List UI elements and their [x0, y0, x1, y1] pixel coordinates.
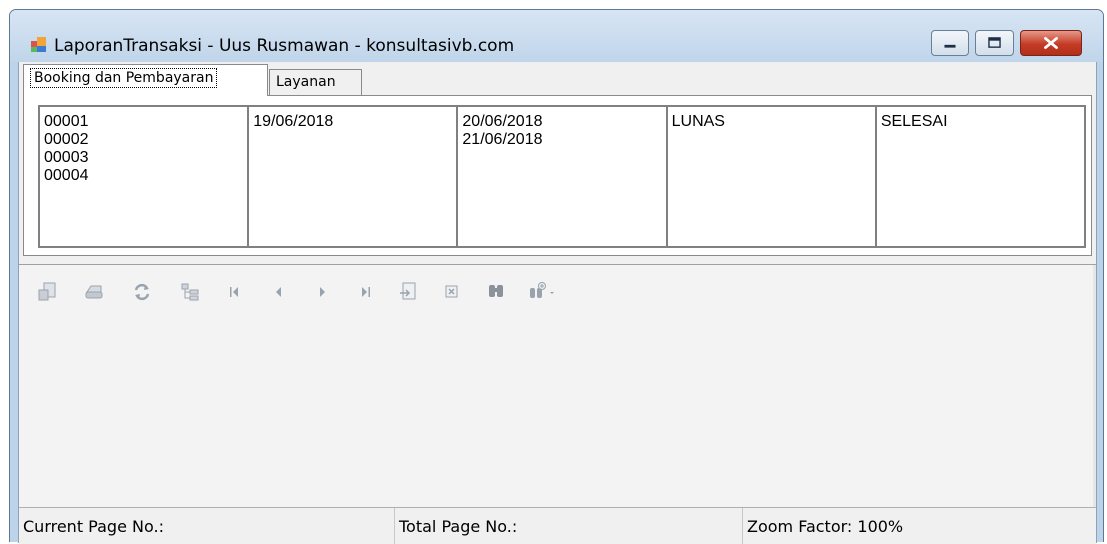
group-tree-button[interactable]	[179, 281, 201, 303]
close-icon	[1044, 37, 1058, 49]
close-button[interactable]	[1020, 30, 1082, 56]
minimize-button[interactable]	[931, 30, 969, 56]
print-button[interactable]	[83, 281, 105, 303]
goto-page-icon	[400, 282, 416, 300]
grid-cell: 00001	[44, 113, 89, 130]
tab-booking-dan-pembayaran[interactable]: Booking dan Pembayaran	[23, 64, 268, 96]
data-grid: 00001 00002 00003 00004 19/06/2018 20/06…	[38, 105, 1086, 248]
maximize-button[interactable]	[975, 30, 1014, 56]
export-icon	[38, 282, 56, 301]
zoom-icon	[530, 282, 554, 298]
viewer-toolbar	[19, 265, 1096, 321]
previous-page-button[interactable]	[268, 281, 290, 303]
tab-layanan[interactable]: Layanan	[269, 69, 362, 95]
print-icon	[85, 285, 103, 299]
grid-cell: 21/06/2018	[462, 131, 543, 148]
grid-cell: LUNAS	[671, 113, 725, 130]
title-bar[interactable]: LaporanTransaksi - Uus Rusmawan - konsul…	[10, 10, 1103, 62]
grid-column: 20/06/2018 21/06/2018	[458, 107, 668, 246]
grid-cell: 00004	[44, 167, 89, 184]
find-icon	[489, 285, 503, 297]
zoom-factor-status: Zoom Factor: 100%	[747, 517, 904, 536]
first-page-icon	[230, 287, 238, 297]
window-title: LaporanTransaksi - Uus Rusmawan - konsul…	[54, 36, 515, 56]
grid-column: 00001 00002 00003 00004	[40, 107, 250, 246]
grid-cell: SELESAI	[880, 113, 948, 130]
grid-cell: 20/06/2018	[462, 113, 543, 130]
last-page-icon	[362, 287, 370, 297]
last-page-button[interactable]	[354, 281, 376, 303]
app-icon	[31, 37, 46, 52]
previous-page-icon	[276, 287, 281, 297]
maximize-icon	[988, 37, 1001, 48]
tab-panel: 00001 00002 00003 00004 19/06/2018 20/06…	[23, 95, 1092, 256]
grid-column: SELESAI	[877, 107, 1084, 246]
zoom-dropdown-button[interactable]	[527, 281, 561, 303]
report-viewer: Current Page No.: Total Page No.: Zoom F…	[19, 264, 1096, 544]
grid-column: LUNAS	[668, 107, 877, 246]
refresh-icon	[134, 283, 150, 301]
group-tree-icon	[181, 283, 199, 301]
tab-label: Layanan	[276, 74, 336, 90]
client-area: Booking dan Pembayaran Layanan 00001 000…	[18, 62, 1097, 544]
next-page-button[interactable]	[311, 281, 333, 303]
close-view-button[interactable]	[441, 281, 463, 303]
grid-cell: 00002	[44, 131, 89, 148]
minimize-icon	[944, 44, 956, 48]
find-button[interactable]	[485, 281, 507, 303]
refresh-button[interactable]	[131, 281, 153, 303]
tab-label: Booking dan Pembayaran	[30, 68, 218, 88]
total-page-status: Total Page No.:	[395, 508, 743, 544]
current-page-status: Current Page No.:	[19, 508, 395, 544]
status-bar: Current Page No.: Total Page No.: Zoom F…	[19, 507, 1096, 544]
next-page-icon	[320, 287, 325, 297]
viewer-right-edge	[1093, 265, 1096, 544]
grid-cell: 00003	[44, 149, 89, 166]
goto-page-button[interactable]	[397, 281, 419, 303]
grid-column: 19/06/2018	[249, 107, 459, 246]
close-view-icon	[445, 285, 458, 298]
first-page-button[interactable]	[224, 281, 246, 303]
export-button[interactable]	[36, 281, 58, 303]
grid-cell: 19/06/2018	[253, 113, 334, 130]
app-window: LaporanTransaksi - Uus Rusmawan - konsul…	[9, 9, 1104, 544]
